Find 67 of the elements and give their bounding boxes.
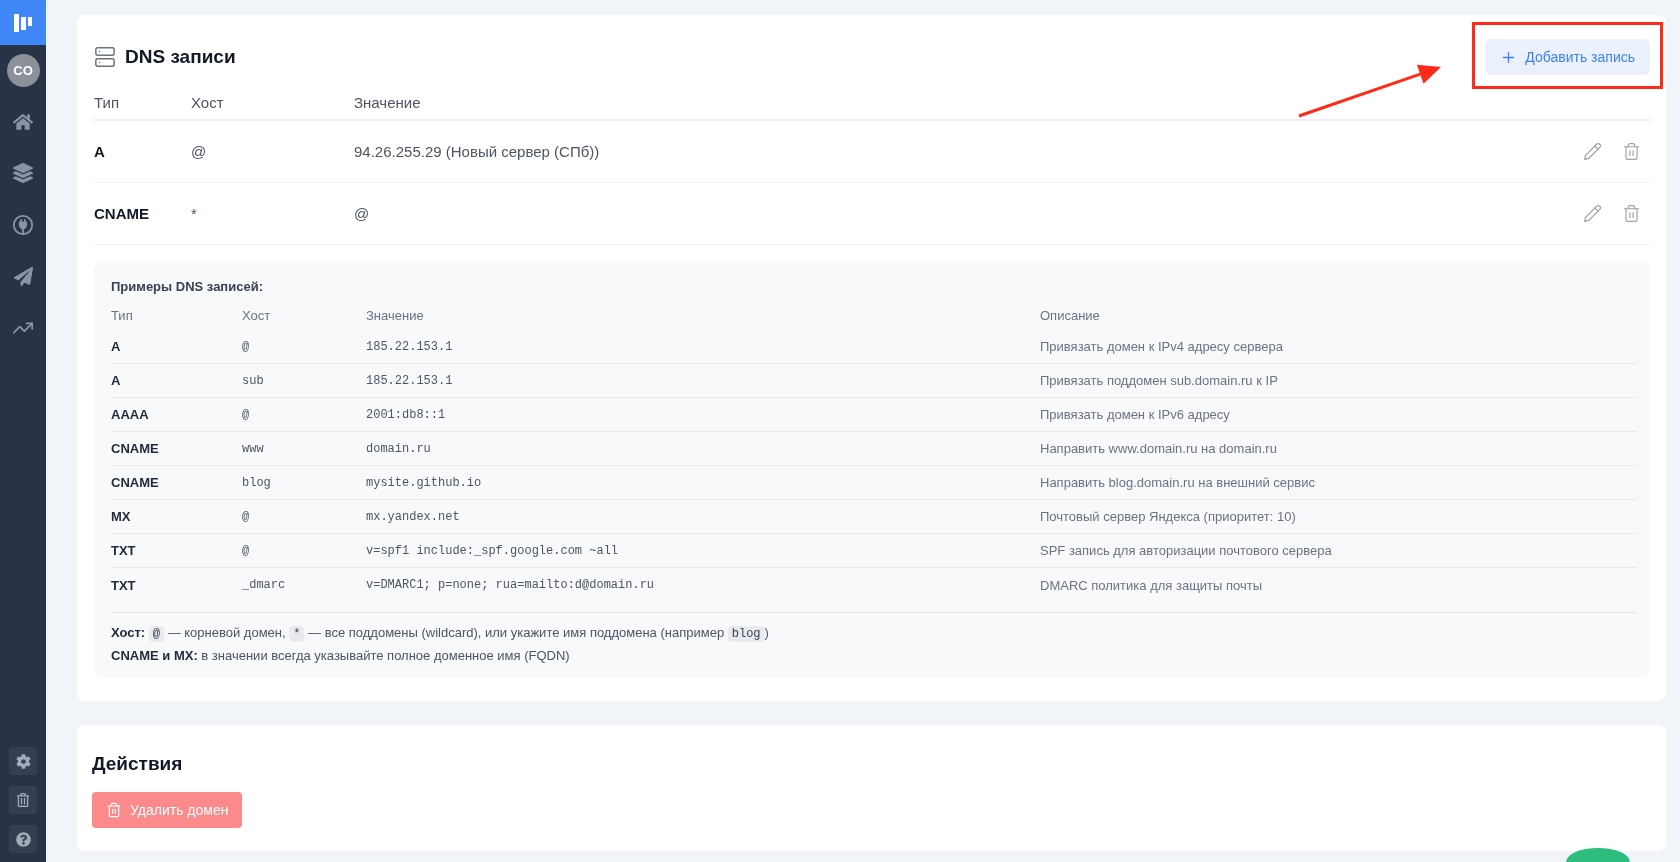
table-cell: @ [191, 143, 207, 160]
table-cell: @ [242, 339, 250, 354]
table-cell: CNAME [111, 475, 159, 490]
table-cell: @ [242, 509, 250, 524]
table-cell: TXT [111, 543, 136, 558]
edit-icon[interactable] [1583, 142, 1602, 161]
table-cell: CNAME [94, 205, 149, 222]
edit-icon[interactable] [1583, 204, 1602, 223]
column-header: Значение [354, 93, 421, 111]
table-cell: TXT [111, 577, 136, 593]
table-cell: CNAME [111, 441, 159, 456]
table-cell: www [242, 441, 264, 456]
table-cell: A [94, 143, 105, 160]
trash-icon [106, 802, 122, 818]
table-cell: MX [111, 509, 131, 524]
table-cell: @ [242, 407, 250, 422]
column-header: Тип [94, 93, 119, 111]
table-cell: v=spf1 include:_spf.google.com ~all [366, 543, 619, 558]
delete-domain-button[interactable]: Удалить домен [92, 792, 243, 828]
table-cell: v=DMARC1; p=none; rua=mailto:d@domain.ru [366, 578, 655, 592]
layers-icon[interactable] [13, 163, 33, 183]
section-title: Действия [92, 752, 183, 776]
table-cell: A [111, 373, 121, 388]
column-header: Тип [111, 307, 133, 323]
note-text: Хост: @ — корневой домен, * — все поддомены (wildcard), или укажите имя поддомена (например blog ) [111, 624, 769, 644]
table-cell: 94.26.255.29 (Новый сервер (СПб)) [354, 143, 600, 160]
home-icon[interactable] [13, 112, 33, 132]
table-cell: domain.ru [366, 441, 431, 456]
table-cell: A [111, 339, 121, 354]
table-cell: 2001:db8::1 [366, 407, 446, 422]
section-title: DNS записи [125, 45, 236, 69]
add-record-button[interactable]: Добавить запись [1485, 39, 1650, 75]
table-cell: @ [242, 543, 250, 558]
table-cell: DMARC политика для защиты почты [1040, 577, 1263, 593]
table-cell: Направить www.domain.ru на domain.ru [1040, 441, 1277, 456]
plug-icon[interactable] [12, 214, 34, 236]
paper-plane-icon[interactable] [13, 267, 33, 286]
table-cell: Почтовый сервер Яндекса (приоритет: 10) [1040, 509, 1296, 524]
trash-icon[interactable] [9, 786, 37, 814]
note-text: CNAME и MX: в значении всегда указывайте полное доменное имя (FQDN) [111, 647, 570, 665]
table-cell: AAAA [111, 407, 149, 422]
column-header: Хост [191, 93, 224, 111]
panel-title: Примеры DNS записей: [111, 278, 263, 296]
table-cell: SPF запись для авторизации почтового сервера [1040, 543, 1332, 558]
server-icon [94, 46, 116, 68]
table-cell: sub [242, 373, 264, 388]
table-cell: Привязать поддомен sub.domain.ru к IP [1040, 373, 1278, 388]
column-header: Значение [366, 307, 424, 323]
table-cell: _dmarc [242, 578, 286, 592]
table-cell: mx.yandex.net [366, 509, 460, 524]
table-cell: Привязать домен к IPv6 адресу [1040, 407, 1230, 422]
table-cell: * [191, 205, 197, 222]
table-cell: blog [242, 475, 271, 490]
column-header: Описание [1040, 307, 1100, 323]
delete-icon[interactable] [1622, 142, 1641, 161]
help-icon[interactable] [9, 825, 37, 853]
table-cell: mysite.github.io [366, 475, 482, 490]
column-header: Хост [242, 307, 271, 323]
logo[interactable] [0, 0, 46, 45]
table-cell: Направить blog.domain.ru на внешний сервис [1040, 475, 1315, 490]
table-cell: @ [354, 205, 370, 222]
table-cell: 185.22.153.1 [366, 373, 453, 388]
delete-icon[interactable] [1622, 204, 1641, 223]
table-cell: 185.22.153.1 [366, 339, 453, 354]
table-cell: Привязать домен к IPv4 адресу сервера [1040, 339, 1283, 354]
settings-icon[interactable] [9, 747, 37, 775]
user-avatar[interactable]: CO [6, 54, 40, 87]
